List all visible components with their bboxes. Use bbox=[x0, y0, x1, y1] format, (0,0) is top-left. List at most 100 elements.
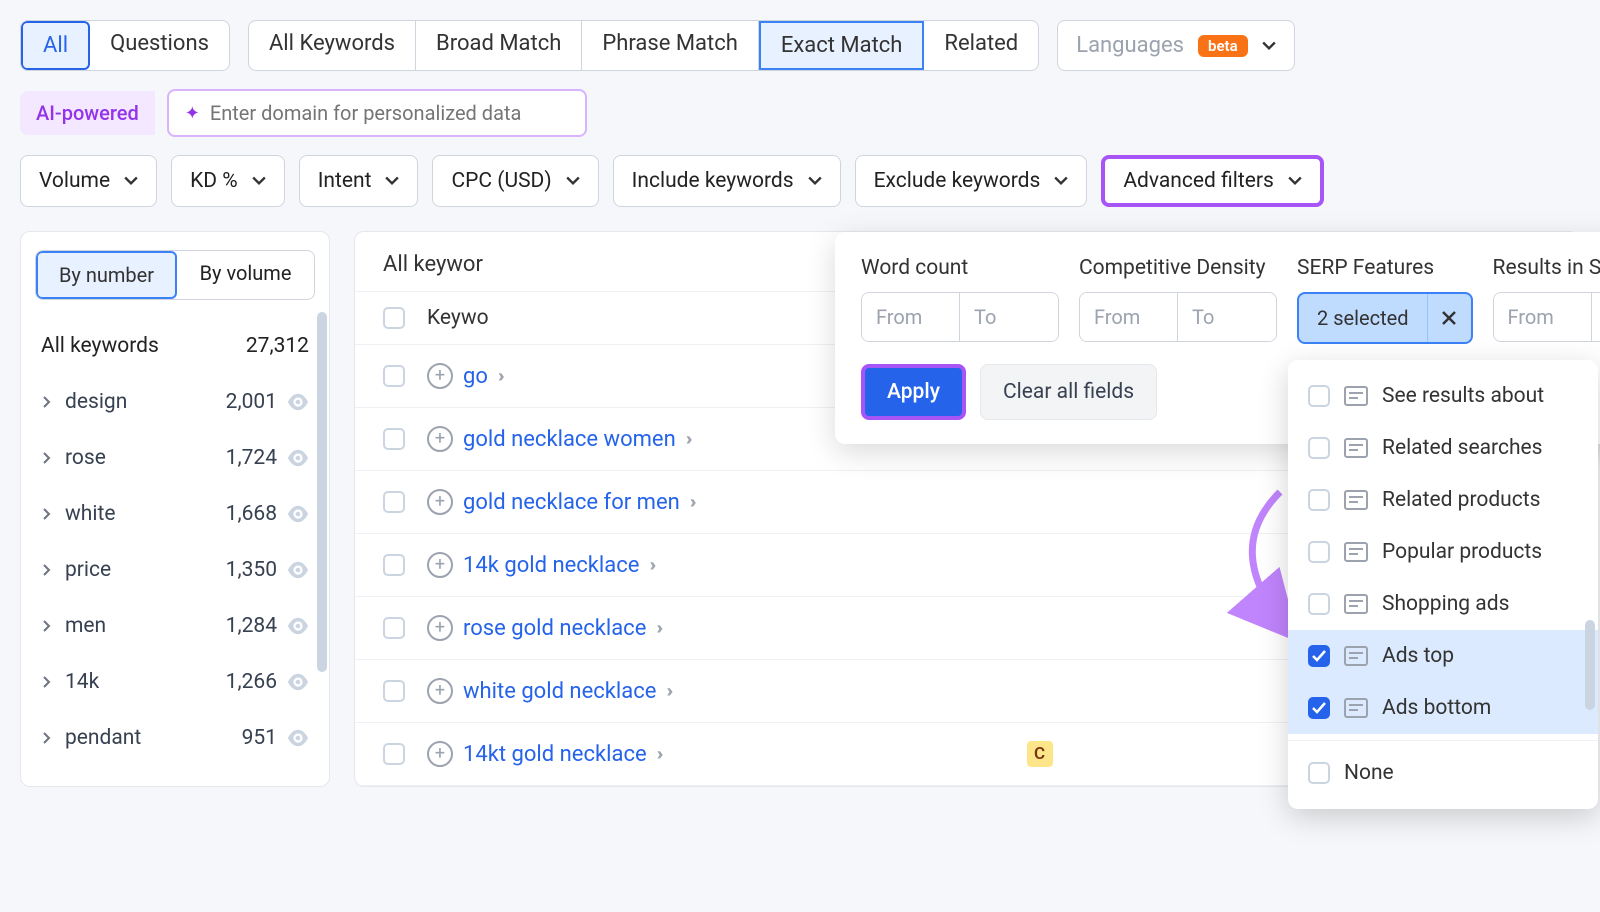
filter-kd[interactable]: KD % bbox=[171, 155, 285, 207]
filter-include[interactable]: Include keywords bbox=[613, 155, 841, 207]
dropdown-scrollbar[interactable] bbox=[1585, 620, 1595, 710]
row-checkbox[interactable] bbox=[383, 491, 405, 513]
density-to[interactable] bbox=[1178, 293, 1276, 341]
tab-broad-match[interactable]: Broad Match bbox=[416, 21, 582, 70]
add-keyword-button[interactable]: + bbox=[427, 489, 453, 515]
checkbox-checked[interactable] bbox=[1308, 645, 1330, 667]
tab-related[interactable]: Related bbox=[924, 21, 1038, 70]
serp-clear-button[interactable] bbox=[1427, 294, 1471, 342]
double-chevron-icon[interactable]: ›› bbox=[649, 555, 652, 576]
add-keyword-button[interactable]: + bbox=[427, 741, 453, 767]
double-chevron-icon[interactable]: ›› bbox=[686, 429, 689, 450]
keyword-link[interactable]: 14kt gold necklace bbox=[463, 742, 647, 767]
checkbox[interactable] bbox=[1308, 593, 1330, 615]
apply-button[interactable]: Apply bbox=[861, 364, 966, 420]
sidebar-item[interactable]: white 1,668 bbox=[21, 486, 329, 542]
serp-features-select[interactable]: 2 selected bbox=[1297, 292, 1473, 344]
keyword-link[interactable]: go bbox=[463, 364, 488, 389]
keyword-link[interactable]: 14k gold necklace bbox=[463, 553, 639, 578]
tab-all[interactable]: All bbox=[21, 21, 90, 70]
filter-exclude[interactable]: Exclude keywords bbox=[855, 155, 1088, 207]
sidebar-item[interactable]: pendant 951 bbox=[21, 710, 329, 766]
double-chevron-icon[interactable]: ›› bbox=[657, 744, 660, 765]
serp-option[interactable]: Related products bbox=[1288, 474, 1598, 526]
filter-intent[interactable]: Intent bbox=[299, 155, 419, 207]
chevron-down-icon bbox=[1262, 39, 1276, 53]
keyword-link[interactable]: gold necklace for men bbox=[463, 490, 680, 515]
serp-feature-icon bbox=[1344, 386, 1368, 406]
eye-icon[interactable] bbox=[287, 673, 309, 691]
languages-dropdown[interactable]: Languages beta bbox=[1057, 20, 1294, 71]
sidebar-all-label: All keywords bbox=[41, 334, 159, 358]
chevron-down-icon bbox=[1288, 174, 1302, 188]
serp-option[interactable]: Popular products bbox=[1288, 526, 1598, 578]
results-to[interactable] bbox=[1592, 293, 1600, 341]
double-chevron-icon[interactable]: ›› bbox=[498, 366, 501, 387]
serp-option[interactable]: Shopping ads bbox=[1288, 578, 1598, 630]
tab-exact-match[interactable]: Exact Match bbox=[759, 21, 925, 70]
sort-by-volume[interactable]: By volume bbox=[177, 251, 314, 299]
row-checkbox[interactable] bbox=[383, 617, 405, 639]
languages-label: Languages bbox=[1076, 33, 1184, 58]
domain-input[interactable] bbox=[210, 101, 569, 125]
sidebar-item[interactable]: price 1,350 bbox=[21, 542, 329, 598]
row-checkbox[interactable] bbox=[383, 554, 405, 576]
add-keyword-button[interactable]: + bbox=[427, 678, 453, 704]
sidebar-item-count: 1,668 bbox=[226, 502, 277, 526]
eye-icon[interactable] bbox=[287, 505, 309, 523]
tab-all-keywords[interactable]: All Keywords bbox=[249, 21, 416, 70]
checkbox[interactable] bbox=[1308, 541, 1330, 563]
sidebar-item[interactable]: men 1,284 bbox=[21, 598, 329, 654]
eye-icon[interactable] bbox=[287, 561, 309, 579]
checkbox[interactable] bbox=[1308, 437, 1330, 459]
eye-icon[interactable] bbox=[287, 729, 309, 747]
checkbox[interactable] bbox=[1308, 762, 1330, 784]
row-checkbox[interactable] bbox=[383, 365, 405, 387]
wordcount-from[interactable] bbox=[862, 293, 960, 341]
serp-option-none[interactable]: None bbox=[1288, 747, 1598, 799]
eye-icon[interactable] bbox=[287, 393, 309, 411]
checkbox[interactable] bbox=[1308, 385, 1330, 407]
eye-icon[interactable] bbox=[287, 449, 309, 467]
filter-advanced[interactable]: Advanced filters bbox=[1101, 155, 1323, 207]
row-checkbox[interactable] bbox=[383, 743, 405, 765]
keyword-link[interactable]: white gold necklace bbox=[463, 679, 656, 704]
sidebar-item[interactable]: 14k 1,266 bbox=[21, 654, 329, 710]
wordcount-to[interactable] bbox=[960, 293, 1058, 341]
keyword-link[interactable]: rose gold necklace bbox=[463, 616, 646, 641]
row-checkbox[interactable] bbox=[383, 680, 405, 702]
add-keyword-button[interactable]: + bbox=[427, 426, 453, 452]
tab-phrase-match[interactable]: Phrase Match bbox=[582, 21, 758, 70]
add-keyword-button[interactable]: + bbox=[427, 615, 453, 641]
double-chevron-icon[interactable]: ›› bbox=[666, 681, 669, 702]
sort-by-number[interactable]: By number bbox=[36, 251, 177, 299]
sidebar-all-count: 27,312 bbox=[246, 334, 309, 358]
sidebar-all-keywords[interactable]: All keywords 27,312 bbox=[21, 318, 329, 374]
density-from[interactable] bbox=[1080, 293, 1178, 341]
row-checkbox[interactable] bbox=[383, 428, 405, 450]
checkbox-checked[interactable] bbox=[1308, 697, 1330, 719]
double-chevron-icon[interactable]: ›› bbox=[656, 618, 659, 639]
filter-volume[interactable]: Volume bbox=[20, 155, 157, 207]
double-chevron-icon[interactable]: ›› bbox=[690, 492, 693, 513]
column-keyword-header[interactable]: Keywo bbox=[427, 306, 489, 330]
chevron-right-icon bbox=[41, 620, 53, 632]
select-all-checkbox[interactable] bbox=[383, 307, 405, 329]
clear-all-button[interactable]: Clear all fields bbox=[980, 364, 1157, 420]
domain-input-wrap[interactable]: ✦ bbox=[167, 89, 587, 137]
serp-option[interactable]: See results about bbox=[1288, 370, 1598, 422]
sidebar-scrollbar[interactable] bbox=[317, 312, 327, 672]
filter-cpc[interactable]: CPC (USD) bbox=[432, 155, 598, 207]
serp-option[interactable]: Related searches bbox=[1288, 422, 1598, 474]
eye-icon[interactable] bbox=[287, 617, 309, 635]
sidebar-item[interactable]: rose 1,724 bbox=[21, 430, 329, 486]
add-keyword-button[interactable]: + bbox=[427, 552, 453, 578]
sidebar-item[interactable]: design 2,001 bbox=[21, 374, 329, 430]
keyword-link[interactable]: gold necklace women bbox=[463, 427, 676, 452]
serp-option[interactable]: Ads top bbox=[1288, 630, 1598, 682]
checkbox[interactable] bbox=[1308, 489, 1330, 511]
tab-questions[interactable]: Questions bbox=[90, 21, 229, 70]
results-from[interactable] bbox=[1494, 293, 1592, 341]
serp-option[interactable]: Ads bottom bbox=[1288, 682, 1598, 734]
add-keyword-button[interactable]: + bbox=[427, 363, 453, 389]
